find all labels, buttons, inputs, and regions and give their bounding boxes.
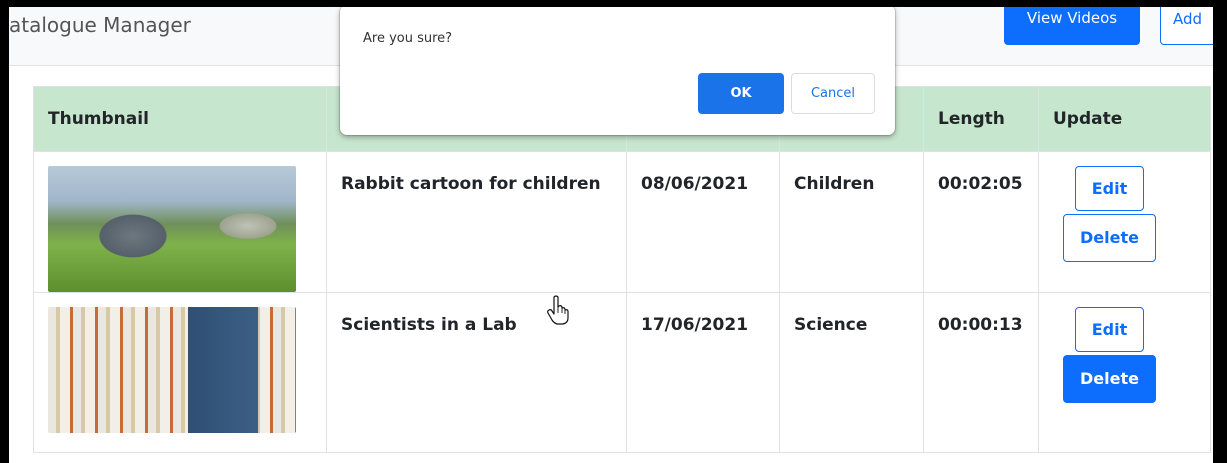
page-brand: atalogue Manager bbox=[9, 13, 191, 37]
lab-scientists-thumbnail bbox=[48, 307, 296, 433]
category-cell: Children bbox=[779, 151, 924, 293]
browser-viewport: atalogue Manager View Videos Add Thumbna… bbox=[9, 7, 1213, 463]
hand-pointer-icon bbox=[547, 295, 569, 325]
delete-button[interactable]: Delete bbox=[1063, 355, 1156, 403]
title-cell: Rabbit cartoon for children bbox=[326, 151, 627, 293]
confirm-dialog: Are you sure? OK Cancel bbox=[340, 7, 895, 135]
length-cell: 00:02:05 bbox=[923, 151, 1039, 293]
column-header-thumbnail: Thumbnail bbox=[33, 86, 327, 152]
category-cell: Science bbox=[779, 292, 924, 453]
dialog-message: Are you sure? bbox=[363, 31, 453, 46]
column-header-update: Update bbox=[1038, 86, 1211, 152]
delete-button[interactable]: Delete bbox=[1063, 214, 1156, 262]
view-videos-button[interactable]: View Videos bbox=[1004, 7, 1140, 45]
date-cell: 17/06/2021 bbox=[626, 292, 780, 453]
title-cell: Scientists in a Lab bbox=[326, 292, 627, 453]
update-cell: Edit Delete bbox=[1038, 151, 1211, 293]
length-cell: 00:00:13 bbox=[923, 292, 1039, 453]
table-row: Rabbit cartoon for children 08/06/2021 C… bbox=[33, 151, 1211, 293]
ok-button[interactable]: OK bbox=[698, 73, 784, 114]
add-button[interactable]: Add bbox=[1160, 7, 1213, 45]
edit-button[interactable]: Edit bbox=[1075, 166, 1144, 211]
rabbit-cartoon-thumbnail bbox=[48, 166, 296, 292]
videos-table: Thumbnail Title Date Category Length Upd… bbox=[33, 86, 1211, 453]
column-header-length: Length bbox=[923, 86, 1039, 152]
edit-button[interactable]: Edit bbox=[1075, 307, 1144, 352]
table-row: Scientists in a Lab 17/06/2021 Science 0… bbox=[33, 292, 1211, 453]
date-cell: 08/06/2021 bbox=[626, 151, 780, 293]
thumbnail-cell bbox=[33, 292, 327, 453]
update-cell: Edit Delete bbox=[1038, 292, 1211, 453]
cancel-button[interactable]: Cancel bbox=[791, 73, 875, 114]
thumbnail-cell bbox=[33, 151, 327, 293]
